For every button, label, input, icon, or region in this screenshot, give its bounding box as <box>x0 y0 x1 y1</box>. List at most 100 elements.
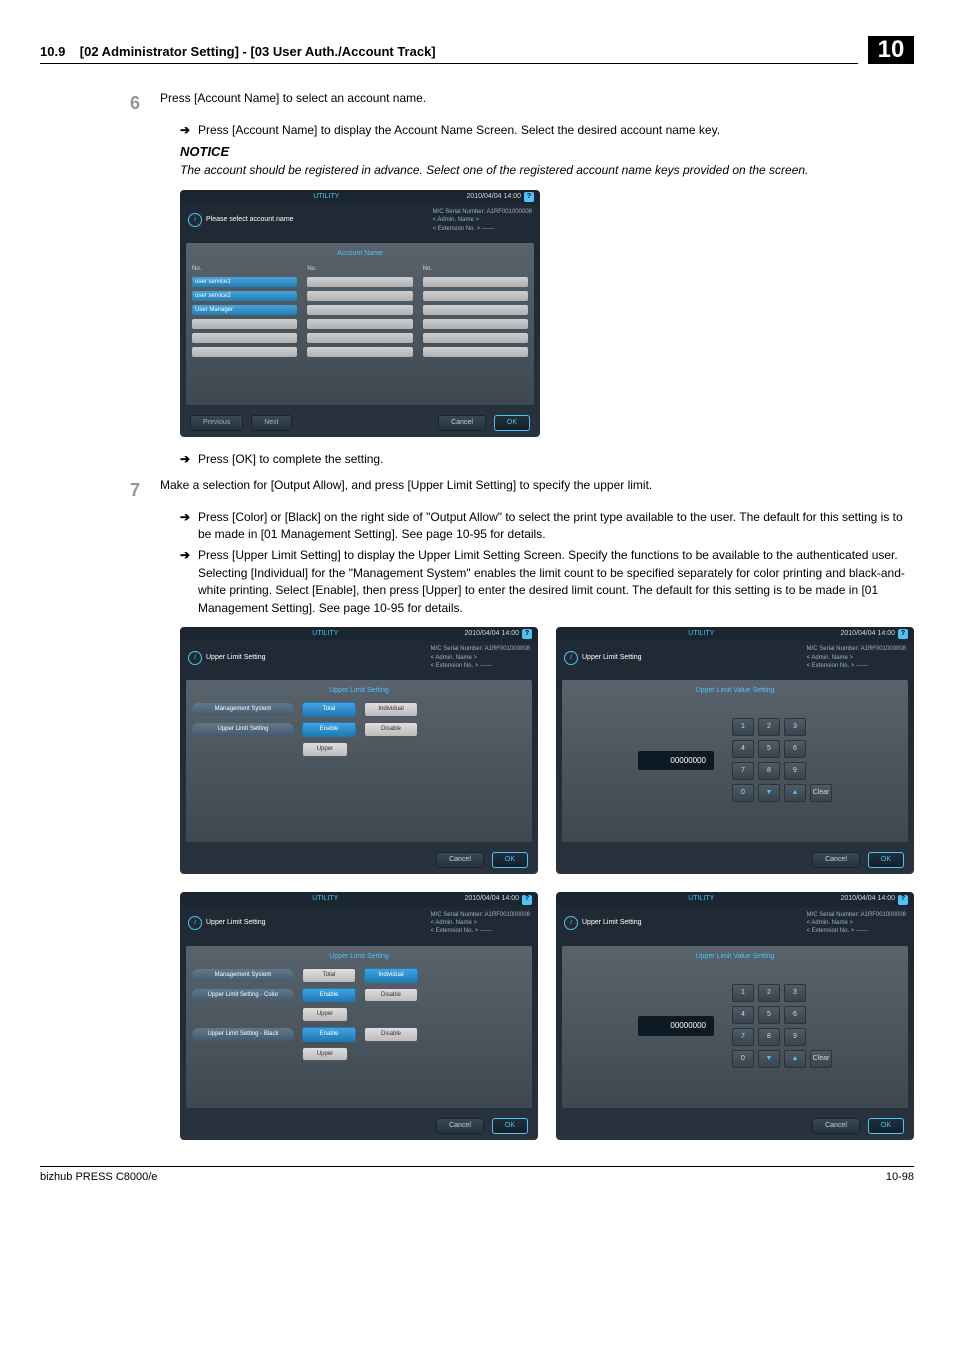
account-key-empty[interactable] <box>307 291 412 301</box>
cancel-button[interactable]: Cancel <box>812 852 860 868</box>
upper-limit-color-label: Upper Limit Setting - Color <box>192 989 294 1002</box>
upper-limit-value-screen: UTILITY 2010/04/04 14:00? iUpper Limit S… <box>556 892 914 1139</box>
key-clear[interactable]: Clear <box>810 1050 832 1068</box>
panel-title: Upper Limit Setting <box>192 686 526 696</box>
account-key-empty[interactable] <box>307 333 412 343</box>
key-3[interactable]: 3 <box>784 718 806 736</box>
disable-button[interactable]: Disable <box>364 1027 418 1042</box>
key-2[interactable]: 2 <box>758 984 780 1002</box>
account-key[interactable]: User Manager <box>192 305 297 315</box>
account-key-empty[interactable] <box>423 305 528 315</box>
key-0[interactable]: 0 <box>732 1050 754 1068</box>
key-6[interactable]: 6 <box>784 740 806 758</box>
notice-body: The account should be registered in adva… <box>180 162 914 179</box>
account-key-empty[interactable] <box>192 333 297 343</box>
key-8[interactable]: 8 <box>758 762 780 780</box>
footer-page: 10-98 <box>886 1171 914 1183</box>
next-button[interactable]: Next <box>251 415 291 431</box>
ok-button[interactable]: OK <box>492 1118 528 1134</box>
account-key-empty[interactable] <box>423 347 528 357</box>
step-text: Make a selection for [Output Allow], and… <box>160 477 914 503</box>
key-1[interactable]: 1 <box>732 718 754 736</box>
account-key-empty[interactable] <box>423 319 528 329</box>
total-button[interactable]: Total <box>302 702 356 717</box>
cancel-button[interactable]: Cancel <box>812 1118 860 1134</box>
account-key-empty[interactable] <box>423 291 528 301</box>
ok-button[interactable]: OK <box>868 1118 904 1134</box>
page-header: 10.9 [02 Administrator Setting] - [03 Us… <box>40 36 914 64</box>
key-down[interactable]: ▼ <box>758 784 780 802</box>
timestamp: 2010/04/04 14:00 <box>841 629 896 639</box>
key-3[interactable]: 3 <box>784 984 806 1002</box>
account-key[interactable]: user service2 <box>192 291 297 301</box>
upper-limit-black-label: Upper Limit Setting - Black <box>192 1028 294 1041</box>
total-button[interactable]: Total <box>302 968 356 983</box>
machine-meta: M/C Serial Number: A1RF001000008 < Admin… <box>431 645 530 670</box>
upper-button[interactable]: Upper <box>302 1047 348 1062</box>
key-up[interactable]: ▲ <box>784 784 806 802</box>
account-key-empty[interactable] <box>307 347 412 357</box>
key-down[interactable]: ▼ <box>758 1050 780 1068</box>
account-key-empty[interactable] <box>423 277 528 287</box>
key-5[interactable]: 5 <box>758 740 780 758</box>
enable-button[interactable]: Enable <box>302 1027 356 1042</box>
key-9[interactable]: 9 <box>784 762 806 780</box>
account-name-screen: UTILITY 2010/04/04 14:00 ? i Please sele… <box>180 190 540 437</box>
upper-button[interactable]: Upper <box>302 742 348 757</box>
step-number: 7 <box>130 477 160 503</box>
account-key-empty[interactable] <box>192 319 297 329</box>
upper-button[interactable]: Upper <box>302 1007 348 1022</box>
account-key-empty[interactable] <box>307 277 412 287</box>
value-display: 00000000 <box>638 1016 714 1036</box>
ok-button[interactable]: OK <box>868 852 904 868</box>
enable-button[interactable]: Enable <box>302 988 356 1003</box>
bullet-text: Press [Upper Limit Setting] to display t… <box>198 547 914 617</box>
individual-button[interactable]: Individual <box>364 702 418 717</box>
disable-button[interactable]: Disable <box>364 988 418 1003</box>
key-7[interactable]: 7 <box>732 762 754 780</box>
key-4[interactable]: 4 <box>732 740 754 758</box>
disable-button[interactable]: Disable <box>364 722 418 737</box>
cancel-button[interactable]: Cancel <box>436 852 484 868</box>
account-key-empty[interactable] <box>423 333 528 343</box>
info-icon: i <box>188 213 202 227</box>
account-key-empty[interactable] <box>307 305 412 315</box>
value-display: 00000000 <box>638 751 714 771</box>
help-icon[interactable]: ? <box>524 192 534 202</box>
machine-meta: M/C Serial Number: A1RF001000008 < Admin… <box>807 645 906 670</box>
previous-button[interactable]: Previous <box>190 415 243 431</box>
key-4[interactable]: 4 <box>732 1006 754 1024</box>
cancel-button[interactable]: Cancel <box>438 415 486 431</box>
help-icon[interactable]: ? <box>898 629 908 639</box>
utility-label: UTILITY <box>688 629 714 639</box>
key-6[interactable]: 6 <box>784 1006 806 1024</box>
upper-limit-value-screen: UTILITY 2010/04/04 14:00? iUpper Limit S… <box>556 627 914 874</box>
account-key-empty[interactable] <box>307 319 412 329</box>
bullet-text: Press [Color] or [Black] on the right si… <box>198 509 914 544</box>
management-system-label: Management System <box>192 703 294 716</box>
individual-button[interactable]: Individual <box>364 968 418 983</box>
ok-button[interactable]: OK <box>492 852 528 868</box>
ok-button[interactable]: OK <box>494 415 530 431</box>
key-8[interactable]: 8 <box>758 1028 780 1046</box>
key-1[interactable]: 1 <box>732 984 754 1002</box>
footer-product: bizhub PRESS C8000/e <box>40 1171 157 1183</box>
cancel-button[interactable]: Cancel <box>436 1118 484 1134</box>
help-icon[interactable]: ? <box>522 895 532 905</box>
key-clear[interactable]: Clear <box>810 784 832 802</box>
help-icon[interactable]: ? <box>522 629 532 639</box>
enable-button[interactable]: Enable <box>302 722 356 737</box>
utility-label: UTILITY <box>312 894 338 904</box>
account-key-empty[interactable] <box>192 347 297 357</box>
key-0[interactable]: 0 <box>732 784 754 802</box>
screen-prompt: Please select account name <box>206 215 294 225</box>
key-5[interactable]: 5 <box>758 1006 780 1024</box>
key-2[interactable]: 2 <box>758 718 780 736</box>
chapter-badge: 10 <box>868 36 914 64</box>
key-9[interactable]: 9 <box>784 1028 806 1046</box>
key-7[interactable]: 7 <box>732 1028 754 1046</box>
keypad: 1 2 3 4 5 6 7 8 9 0 <box>732 984 832 1068</box>
account-key[interactable]: user service1 <box>192 277 297 287</box>
key-up[interactable]: ▲ <box>784 1050 806 1068</box>
help-icon[interactable]: ? <box>898 895 908 905</box>
